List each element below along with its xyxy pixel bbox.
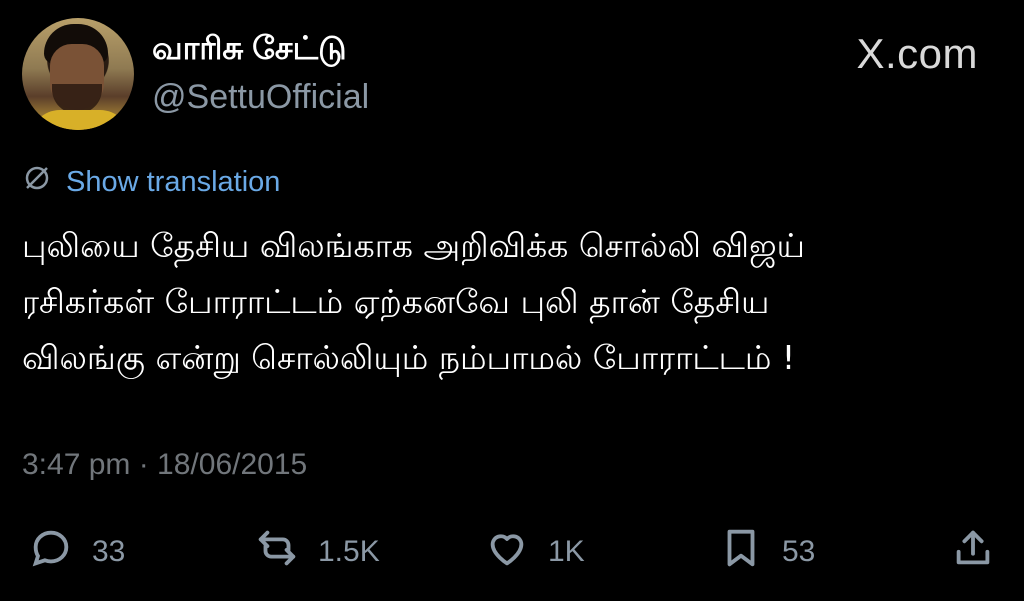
repost-button[interactable]: 1.5K [254,522,380,582]
reply-icon [28,525,74,579]
brand-logo: X.com [856,30,978,78]
repost-icon [254,525,300,579]
display-name[interactable]: வாரிசு சேட்டு [152,30,347,71]
repost-count: 1.5K [318,535,380,568]
avatar[interactable] [22,18,134,130]
like-count: 1K [548,535,585,568]
tweet-timestamp[interactable]: 3:47 pm · 18/06/2015 [22,448,307,482]
share-icon [950,525,996,579]
tweet-text: புலியை தேசிய விலங்காக அறிவிக்க சொல்லி வி… [22,218,982,386]
brand-text: X.com [856,30,978,77]
action-bar: 33 1.5K 1K 53 [22,522,1002,582]
reply-count: 33 [92,535,126,568]
share-button[interactable] [950,522,996,582]
tweet-line: விலங்கு என்று சொல்லியும் நம்பாமல் போராட்… [22,338,796,377]
bookmark-count: 53 [782,535,816,568]
user-handle[interactable]: @SettuOfficial [152,78,369,117]
bookmark-icon [718,525,764,579]
reply-button[interactable]: 33 [28,522,125,582]
tweet-line: ரசிகர்கள் போராட்டம் ஏற்கனவே புலி தான் தே… [22,282,770,321]
show-translation-link[interactable]: Show translation [22,163,280,201]
bookmark-button[interactable]: 53 [718,522,815,582]
show-translation-label: Show translation [66,165,281,198]
globe-slash-icon [22,163,52,201]
like-button[interactable]: 1K [484,522,585,582]
tweet-line: புலியை தேசிய விலங்காக அறிவிக்க சொல்லி வி… [22,226,805,265]
heart-icon [484,525,530,579]
